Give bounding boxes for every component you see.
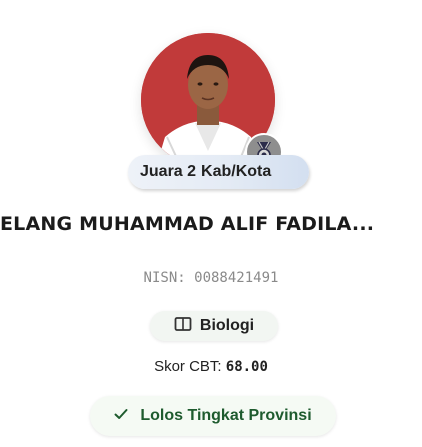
status-label: Lolos Tingkat Provinsi (140, 407, 312, 424)
check-icon (114, 407, 128, 425)
student-profile-card: Juara 2 Kab/Kota ELANG MUHAMMAD ALIF FADI… (0, 0, 422, 447)
book-icon (174, 316, 192, 337)
rank-prefix: Juara 2 (140, 163, 197, 180)
score-label: Skor CBT: (154, 358, 222, 375)
nisn-label: NISN: (143, 270, 186, 286)
rank-level: Kab/Kota (201, 163, 272, 180)
score-value: 68.00 (225, 359, 268, 375)
status-chip: Lolos Tingkat Provinsi (90, 396, 336, 436)
score-row: Skor CBT: 68.00 (0, 358, 422, 375)
subject-label: Biologi (199, 317, 255, 334)
rank-badge: Juara 2 Kab/Kota (128, 155, 309, 189)
nisn-row: NISN: 0088421491 (0, 270, 422, 286)
avatar-container (141, 33, 283, 171)
subject-chip: Biologi (150, 311, 278, 341)
student-name: ELANG MUHAMMAD ALIF FADILA... (0, 213, 375, 235)
nisn-value: 0088421491 (194, 270, 279, 286)
